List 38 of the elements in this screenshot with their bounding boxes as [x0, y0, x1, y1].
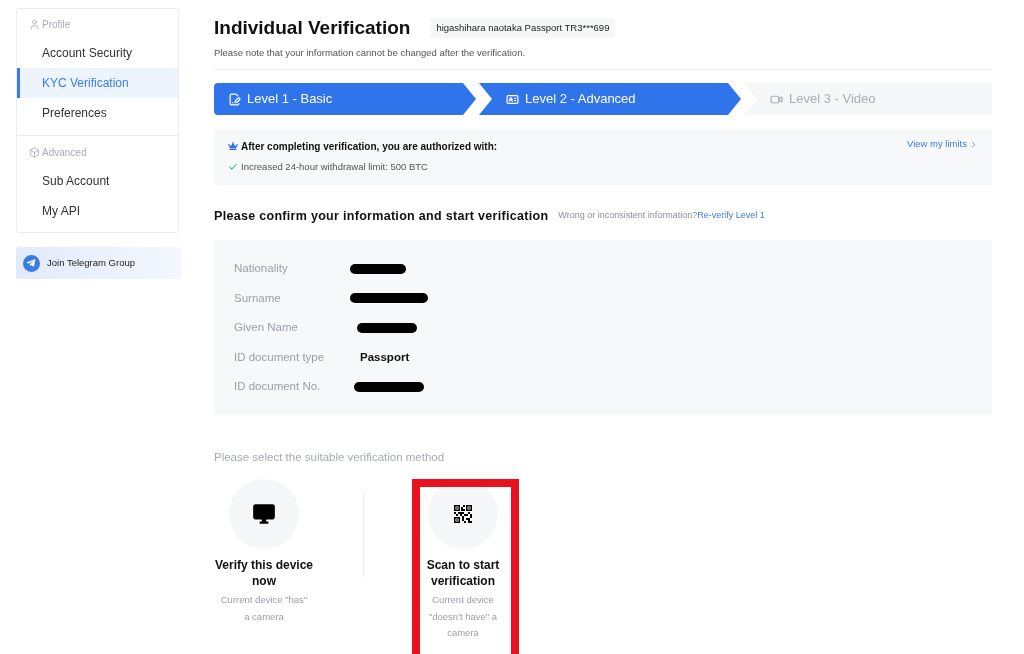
person-icon [29, 18, 40, 30]
option-title: Scan to start verification [425, 557, 501, 589]
option-description: Current device "has" a camera [219, 593, 309, 624]
benefits-heading: After completing verification, you are authorized with: [241, 139, 498, 154]
paper-plane-icon [23, 254, 40, 272]
sidebar-item[interactable]: KYC Verification [17, 68, 178, 98]
redaction-mark [350, 263, 406, 274]
redaction-mark [357, 322, 417, 333]
check-icon [228, 162, 238, 172]
notice-text: Please note that your information cannot be changed after the verification. [214, 47, 527, 59]
progress-step: Level 2 - Advanced [479, 83, 741, 115]
prompt-text: Please select the suitable verification method [214, 450, 446, 464]
form-edit-icon [228, 92, 241, 106]
progress-step: Level 3 - Video [744, 83, 992, 115]
section-label: Profile [42, 17, 71, 32]
field-label: Given Name [234, 320, 299, 336]
view-limits-link[interactable]: View my limits [907, 137, 978, 151]
field-label: ID document type [234, 349, 326, 365]
section-label: Advanced [42, 145, 87, 160]
field-label: ID document No. [234, 379, 322, 395]
identity-tag: higashihara naotaka Passport TR3***699 [430, 18, 616, 38]
field-value: Passport [360, 349, 410, 365]
id-card-icon [506, 92, 519, 106]
chevron-right-icon [969, 139, 978, 149]
crown-icon [228, 141, 238, 151]
option-title: Verify this device now [214, 557, 314, 589]
page-title: Individual Verification [214, 15, 411, 40]
join-group-button[interactable]: Join Telegram Group [16, 247, 181, 279]
progress-step: Level 1 - Basic [214, 83, 476, 115]
cube-icon [29, 146, 40, 158]
reverify-link[interactable]: Re-verify Level 1 [697, 209, 765, 223]
option-description: Current device "doesn't have" a camera [427, 593, 499, 640]
benefit-text: Increased 24-hour withdrawal limit: 500 BTC [241, 159, 428, 174]
redaction-mark [354, 381, 424, 392]
field-label: Surname [234, 290, 282, 306]
field-label: Nationality [234, 261, 289, 277]
section-heading: Please confirm your information and start verification [214, 207, 549, 225]
hint-text: Wrong or inconsistent information? [558, 209, 698, 223]
